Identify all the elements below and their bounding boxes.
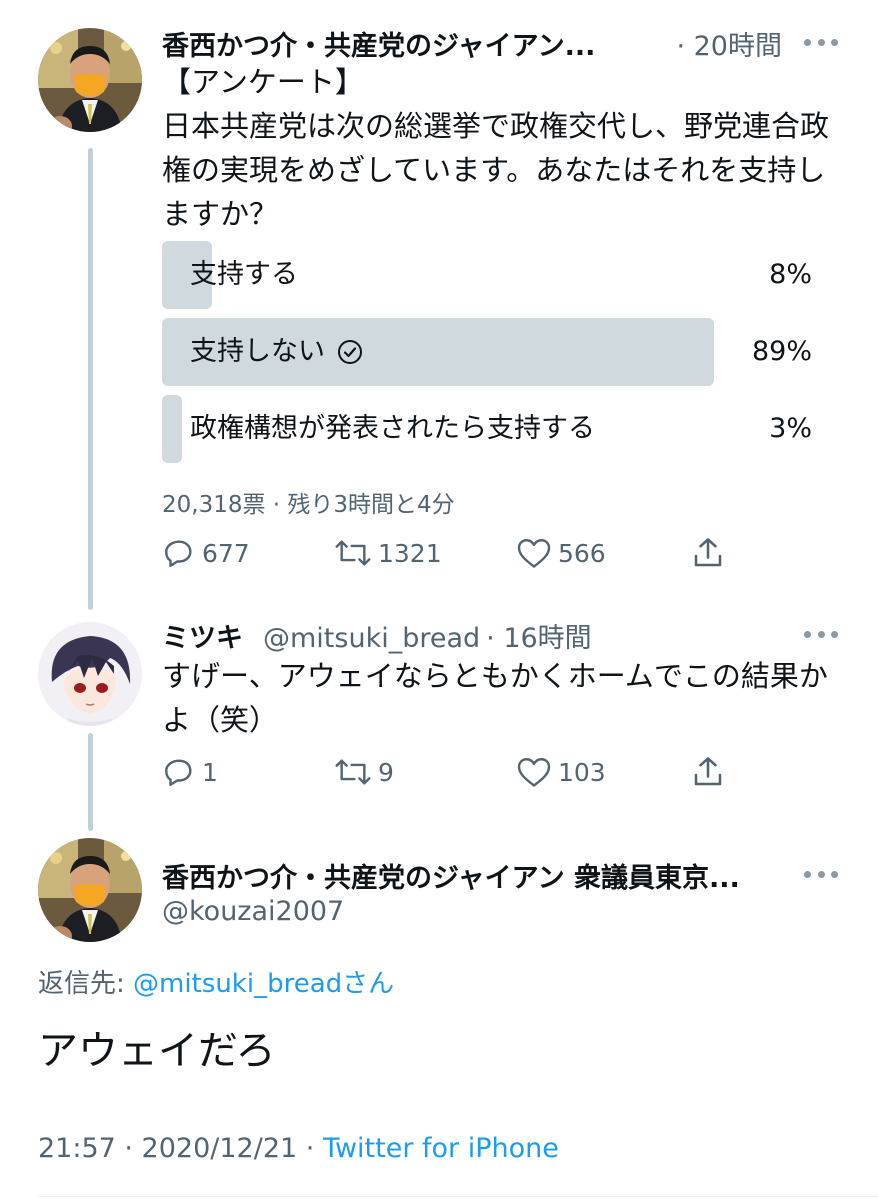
tweet-timestamp[interactable]: 21:57 · 2020/12/21 · <box>38 1133 323 1164</box>
reply-icon <box>162 536 196 570</box>
text-line: よ（笑） <box>162 703 279 737</box>
poll-option-label: 支持しない <box>190 318 363 386</box>
text-line: 日本共産党は次の総選挙で政権交代し、野党連合政 <box>162 109 830 143</box>
poll-option-text: 支持しない <box>190 336 325 367</box>
heart-icon <box>516 536 552 570</box>
text-line: 権の実現をめざしています。あなたはそれを支持し <box>162 153 826 187</box>
display-name[interactable]: 香西かつ介・共産党のジャイアン... <box>162 24 595 63</box>
share-icon <box>690 754 726 790</box>
poll-percent: 3% <box>769 413 812 444</box>
more-icon[interactable] <box>804 36 838 48</box>
avatar[interactable] <box>38 838 142 942</box>
poll-percent: 89% <box>751 336 812 367</box>
like-count: 566 <box>558 538 606 568</box>
retweet-icon <box>334 755 372 789</box>
divider <box>38 1196 878 1197</box>
avatar[interactable] <box>38 28 142 132</box>
poll: 支持する 8% 支持しない 89% 政権構想が発表されたら支持する 3% <box>162 241 822 472</box>
display-name[interactable]: 香西かつ介・共産党のジャイアン 衆議員東京... <box>162 856 740 895</box>
tweet-handle-row: @kouzai2007 <box>162 896 344 927</box>
share-button[interactable] <box>690 533 726 573</box>
tweet-text: 【アンケート】 日本共産党は次の総選挙で政権交代し、野党連合政 権の実現をめざし… <box>162 60 852 236</box>
poll-option[interactable]: 支持しない 89% <box>162 318 822 386</box>
reply-to-suffix: さん <box>342 969 395 999</box>
tweet-header: ミツキ @mitsuki_bread · 16時間 <box>162 616 782 655</box>
more-icon[interactable] <box>804 868 838 880</box>
poll-votes: 20,318票 · 残り3時間と4分 <box>162 492 455 518</box>
user-handle[interactable]: @mitsuki_bread <box>263 623 480 654</box>
poll-option-label: 支持する <box>190 259 298 290</box>
reply-to-prefix: 返信先: <box>38 969 134 999</box>
like-button[interactable]: 566 <box>516 533 606 573</box>
timestamp[interactable]: · 20時間 <box>646 24 782 63</box>
more-icon[interactable] <box>804 628 838 640</box>
share-button[interactable] <box>690 752 726 792</box>
check-circle-icon <box>337 339 363 365</box>
source-link[interactable]: Twitter for iPhone <box>323 1133 559 1164</box>
poll-option[interactable]: 支持する 8% <box>162 241 822 309</box>
like-button[interactable]: 103 <box>516 752 606 792</box>
retweet-button[interactable]: 9 <box>334 752 394 792</box>
reply-count: 1 <box>202 757 218 787</box>
text-line: 【アンケート】 <box>162 65 364 99</box>
avatar[interactable] <box>38 622 142 726</box>
tweet-header: 香西かつ介・共産党のジャイアン 衆議員東京... <box>162 856 792 895</box>
like-count: 103 <box>558 757 606 787</box>
reply-button[interactable]: 677 <box>162 533 250 573</box>
user-handle[interactable]: @kouzai2007 <box>162 896 344 927</box>
mention-link[interactable]: @mitsuki_bread <box>133 969 342 999</box>
tweet-header: 香西かつ介・共産党のジャイアン... · 20時間 <box>162 24 782 63</box>
text-line: ますか？ <box>162 197 279 231</box>
poll-option[interactable]: 政権構想が発表されたら支持する 3% <box>162 395 822 463</box>
timestamp[interactable]: · 16時間 <box>486 616 592 655</box>
thread-line <box>88 148 93 610</box>
retweet-count: 9 <box>378 757 394 787</box>
action-bar: 1 9 103 <box>162 752 762 792</box>
display-name[interactable]: ミツキ <box>162 616 243 655</box>
reply-icon <box>162 755 196 789</box>
tweet-text: アウェイだろ <box>38 1028 276 1074</box>
reply-button[interactable]: 1 <box>162 752 218 792</box>
reply-count: 677 <box>202 538 250 568</box>
poll-option-label: 政権構想が発表されたら支持する <box>190 413 595 444</box>
reply-to: 返信先: @mitsuki_breadさん <box>38 963 394 1000</box>
poll-percent: 8% <box>769 259 812 290</box>
tweet-meta: 21:57 · 2020/12/21 · Twitter for iPhone <box>38 1133 559 1164</box>
thread-line <box>88 733 93 831</box>
retweet-count: 1321 <box>378 538 442 568</box>
tweet-text: すげー、アウェイならともかくホームでこの結果か よ（笑） <box>162 654 852 742</box>
heart-icon <box>516 755 552 789</box>
retweet-icon <box>334 536 372 570</box>
poll-bar <box>162 395 182 463</box>
text-line: すげー、アウェイならともかくホームでこの結果か <box>162 659 828 693</box>
action-bar: 677 1321 566 <box>162 533 762 573</box>
share-icon <box>690 535 726 571</box>
retweet-button[interactable]: 1321 <box>334 533 442 573</box>
